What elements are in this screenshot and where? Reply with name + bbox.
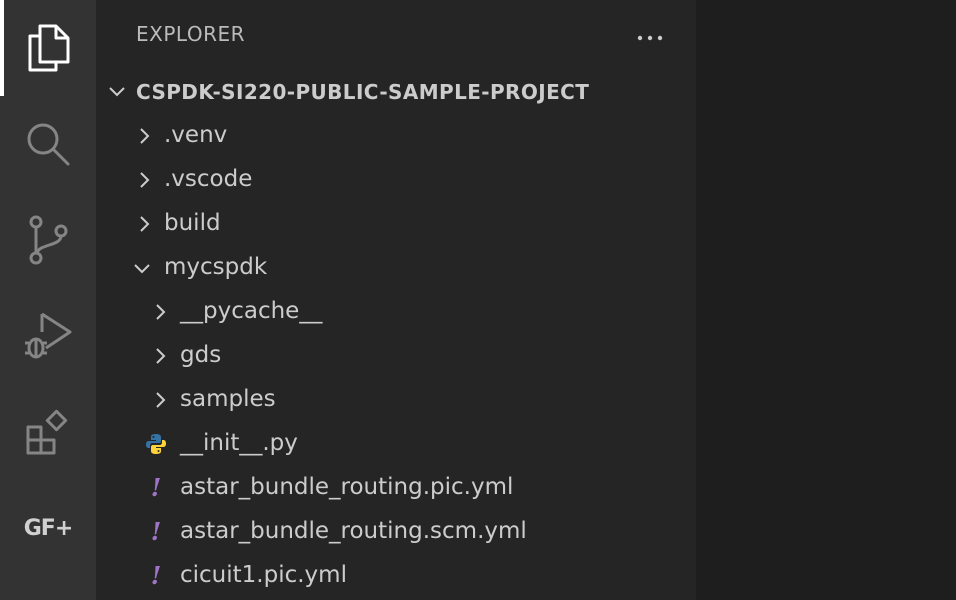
extensions-icon (25, 409, 71, 455)
tree-item-gds[interactable]: gds (96, 334, 696, 378)
activity-gdsfactory-button[interactable]: GF+ (0, 480, 96, 576)
tree-item-label: __init__.py (180, 430, 298, 456)
workspace-section-header[interactable]: CSPDK-SI220-PUBLIC-SAMPLE-PROJECT (96, 70, 696, 114)
source-control-icon (25, 214, 71, 266)
activity-bar: GF+ (0, 0, 96, 600)
yaml-icon: ! (150, 561, 162, 590)
tree-item-vscode[interactable]: .vscode (96, 158, 696, 202)
files-icon (24, 22, 72, 74)
explorer-sidebar: EXPLORER CSPDK-SI220-PUBLIC-SAMPLE-PROJE… (96, 0, 696, 600)
chevron-down-icon (132, 258, 152, 282)
tree-item-label: mycspdk (164, 254, 268, 280)
workspace-section-title: CSPDK-SI220-PUBLIC-SAMPLE-PROJECT (136, 80, 590, 104)
activity-search-button[interactable] (0, 96, 96, 192)
run-debug-icon (22, 310, 74, 362)
activity-run-debug-button[interactable] (0, 288, 96, 384)
tree-item-astar-scm-yml[interactable]: ! astar_bundle_routing.scm.yml (96, 510, 696, 554)
tree-item-init-py[interactable]: __init__.py (96, 422, 696, 466)
python-icon (144, 432, 168, 456)
chevron-right-icon (150, 346, 170, 370)
more-actions-button[interactable] (632, 18, 668, 54)
tree-item-mycspdk[interactable]: mycspdk (96, 246, 696, 290)
search-icon (23, 119, 73, 169)
tree-item-samples[interactable]: samples (96, 378, 696, 422)
chevron-down-icon (106, 81, 128, 107)
tree-item-label: build (164, 210, 221, 236)
tree-item-cicuit1-pic-yml[interactable]: ! cicuit1.pic.yml (96, 554, 696, 598)
activity-explorer-button[interactable] (0, 0, 96, 96)
chevron-right-icon (134, 126, 154, 150)
tree-item-label: .vscode (164, 166, 253, 192)
tree-item-label: samples (180, 386, 276, 412)
tree-item-label: astar_bundle_routing.scm.yml (180, 518, 527, 544)
yaml-icon: ! (150, 517, 162, 546)
tree-item-build[interactable]: build (96, 202, 696, 246)
chevron-right-icon (150, 302, 170, 326)
sidebar-title: EXPLORER (136, 22, 245, 46)
ellipsis-icon (636, 27, 664, 46)
tree-item-label: __pycache__ (180, 298, 323, 324)
tree-item-label: astar_bundle_routing.pic.yml (180, 474, 514, 500)
tree-item-label: gds (180, 342, 222, 368)
editor-area[interactable] (696, 0, 956, 600)
chevron-right-icon (134, 214, 154, 238)
tree-item-venv[interactable]: .venv (96, 114, 696, 158)
chevron-right-icon (150, 390, 170, 414)
chevron-right-icon (134, 170, 154, 194)
tree-item-astar-pic-yml[interactable]: ! astar_bundle_routing.pic.yml (96, 466, 696, 510)
activity-extensions-button[interactable] (0, 384, 96, 480)
yaml-icon: ! (150, 473, 162, 502)
tree-item-label: .venv (164, 122, 228, 148)
gf-plus-icon: GF+ (23, 515, 74, 541)
activity-source-control-button[interactable] (0, 192, 96, 288)
sidebar-header: EXPLORER (96, 0, 696, 70)
tree-item-label: cicuit1.pic.yml (180, 562, 347, 588)
tree-item-pycache[interactable]: __pycache__ (96, 290, 696, 334)
